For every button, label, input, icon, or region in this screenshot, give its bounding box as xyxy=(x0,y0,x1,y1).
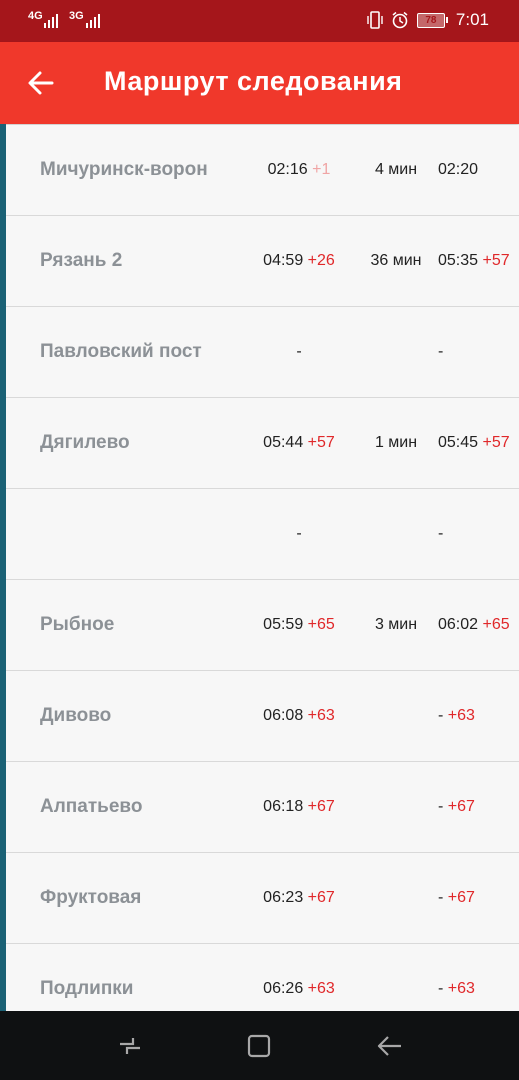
stop-row[interactable]: Рыбное 05:59 +65 3 мин 06:02 +65 xyxy=(6,580,519,671)
battery-level: 78 xyxy=(416,12,445,28)
stop-name: Дивово xyxy=(40,705,112,726)
status-time: 7:01 xyxy=(455,10,489,29)
arrival-time: - xyxy=(296,525,302,542)
arrival-time: 06:08 +63 xyxy=(263,707,335,724)
stop-row[interactable]: Алпатьево 06:18 +67 - +67 xyxy=(6,762,519,853)
stop-name: Подлипки xyxy=(40,978,134,999)
departure-delay: +63 xyxy=(447,707,475,724)
stop-row[interactable]: Подлипки 06:26 +63 - +63 xyxy=(6,944,519,1011)
arrival-time: 05:59 +65 xyxy=(263,616,335,633)
stop-name: Рыбное xyxy=(40,614,115,635)
arrival-time: - xyxy=(296,343,302,360)
departure-time: 05:45 +57 xyxy=(438,434,510,451)
departure-delay: +67 xyxy=(447,889,475,906)
arrival-delay: +57 xyxy=(307,434,335,451)
departure-delay: +67 xyxy=(447,798,475,815)
sim1-signal-icon xyxy=(44,12,60,28)
arrival-time: 02:16 +1 xyxy=(267,161,331,178)
page-title: Маршрут следования xyxy=(104,66,403,96)
departure-time: 05:35 +57 xyxy=(438,252,510,269)
arrival-time: 05:44 +57 xyxy=(263,434,335,451)
departure-time: - +67 xyxy=(438,889,475,906)
stop-row[interactable]: Дивово 06:08 +63 - +63 xyxy=(6,671,519,762)
home-icon[interactable] xyxy=(246,1033,272,1059)
back-icon[interactable] xyxy=(376,1033,402,1059)
stop-row[interactable]: Рязань 2 04:59 +26 36 мин 05:35 +57 xyxy=(6,216,519,307)
departure-time: 06:02 +65 xyxy=(438,616,510,633)
stop-name: Павловский пост xyxy=(40,341,202,362)
departure-delay: +63 xyxy=(447,980,475,997)
arrival-delay: +26 xyxy=(307,252,335,269)
arrival-time: 06:18 +67 xyxy=(263,798,335,815)
stop-duration: 1 мин xyxy=(374,434,418,451)
departure-time: - +63 xyxy=(438,980,475,997)
stop-row[interactable]: Мичуринск-ворон 02:16 +1 4 мин 02:20 xyxy=(6,125,519,216)
departure-delay: +57 xyxy=(482,252,510,269)
departure-time: 02:20 xyxy=(438,161,479,178)
sim2-signal-icon xyxy=(86,12,102,28)
arrival-time: 06:26 +63 xyxy=(263,980,335,997)
arrival-delay: +65 xyxy=(307,616,335,633)
stop-row[interactable]: - - xyxy=(6,489,519,580)
stop-row[interactable]: Фруктовая 06:23 +67 - +67 xyxy=(6,853,519,944)
back-arrow-icon[interactable] xyxy=(26,68,56,98)
departure-delay: +65 xyxy=(482,616,510,633)
stop-duration xyxy=(366,307,426,397)
status-right-group: 78 7:01 xyxy=(367,8,489,32)
stop-name: Рязань 2 xyxy=(40,250,123,271)
stop-row[interactable]: Дягилево 05:44 +57 1 мин 05:45 +57 xyxy=(6,398,519,489)
departure-time: - +67 xyxy=(438,798,475,815)
departure-time: - xyxy=(438,525,444,542)
stop-duration: 4 мин xyxy=(374,161,418,178)
departure-time: - +63 xyxy=(438,707,475,724)
stop-duration xyxy=(366,762,426,852)
stop-duration xyxy=(366,671,426,761)
sim2-network-label: 3G xyxy=(69,10,84,22)
arrival-delay: +63 xyxy=(307,707,335,724)
stop-row[interactable]: Павловский пост - - xyxy=(6,307,519,398)
departure-delay: +57 xyxy=(482,434,510,451)
stop-name: Фруктовая xyxy=(40,887,142,908)
status-bar: 4G 3G 78 7:01 xyxy=(0,0,519,42)
stop-name: Дягилево xyxy=(40,432,130,453)
arrival-delay: +67 xyxy=(307,798,335,815)
stop-duration: 36 мин xyxy=(370,252,422,269)
arrival-time: 06:23 +67 xyxy=(263,889,335,906)
sim1-network-label: 4G xyxy=(28,10,43,22)
departure-time: - xyxy=(438,343,444,360)
arrival-delay: +67 xyxy=(307,889,335,906)
arrival-delay: +1 xyxy=(312,161,331,178)
app-bar: Маршрут следования xyxy=(0,42,519,124)
stop-duration xyxy=(366,489,426,579)
stop-duration: 3 мин xyxy=(374,616,418,633)
route-list[interactable]: Мичуринск-ворон 02:16 +1 4 мин 02:20 Ряз… xyxy=(0,124,519,1011)
recent-apps-icon[interactable] xyxy=(117,1033,143,1059)
arrival-delay: +63 xyxy=(307,980,335,997)
stop-duration xyxy=(366,853,426,943)
stop-name: Мичуринск-ворон xyxy=(40,159,208,180)
system-nav-bar xyxy=(0,1011,519,1080)
battery-icon: 78 xyxy=(416,12,448,28)
arrival-time: 04:59 +26 xyxy=(263,252,335,269)
stop-duration xyxy=(366,944,426,1011)
vibrate-icon xyxy=(367,11,383,29)
stop-name: Алпатьево xyxy=(40,796,143,817)
alarm-icon xyxy=(392,11,408,29)
